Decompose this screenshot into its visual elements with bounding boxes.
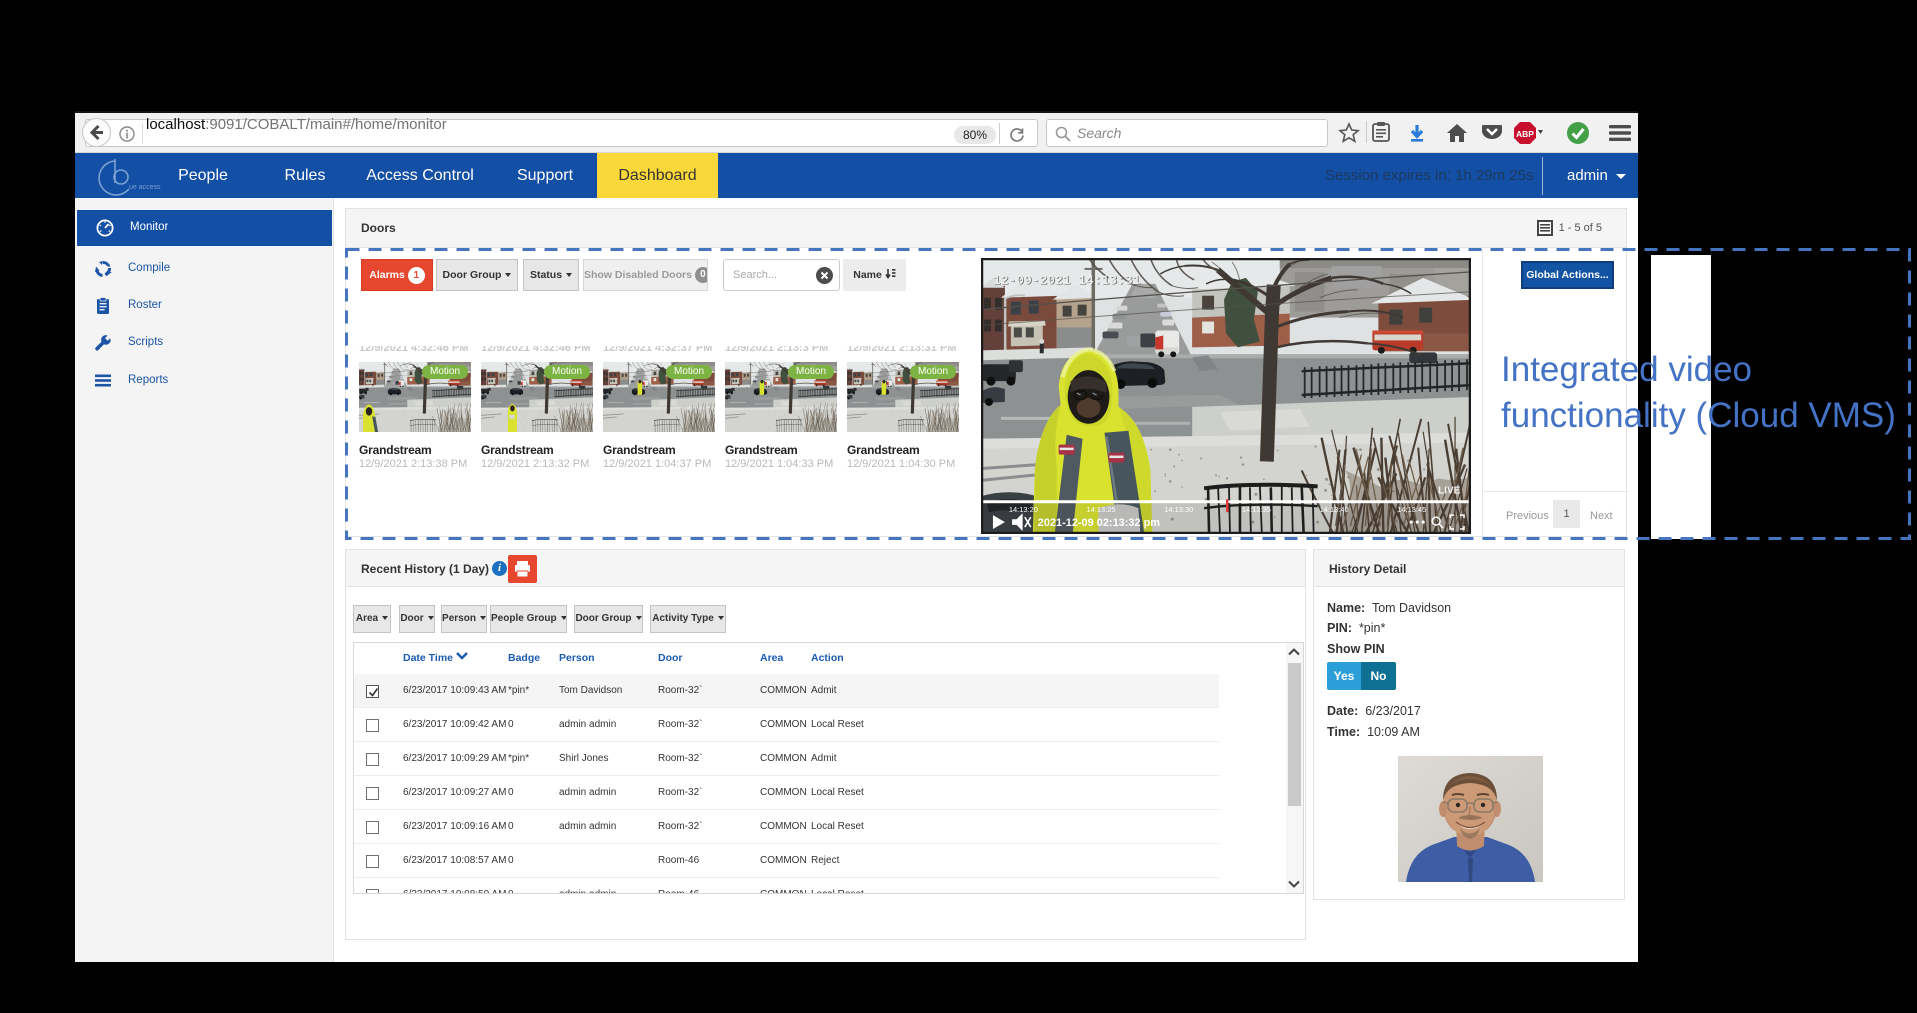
svg-text:ue access: ue access [129, 184, 161, 191]
svg-text:ABP: ABP [1516, 129, 1534, 139]
